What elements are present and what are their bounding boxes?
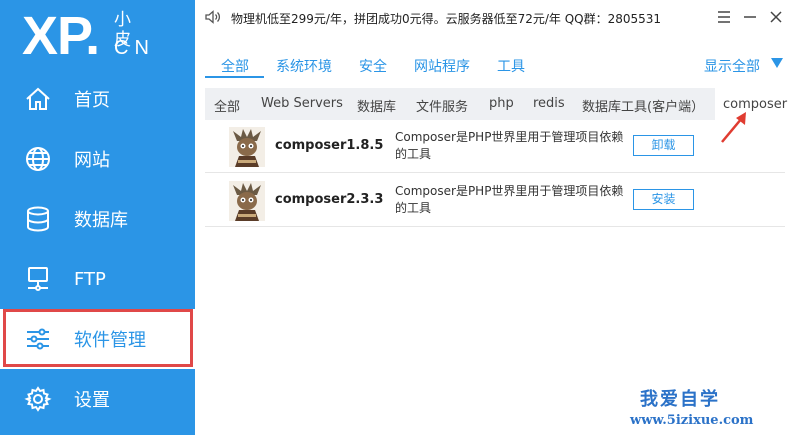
subtab-all[interactable]: 全部 — [214, 96, 240, 115]
subtab-redis[interactable]: redis — [533, 96, 565, 111]
subcategory-tabs: 全部 Web Servers 数据库 文件服务 php redis 数据库工具(… — [205, 88, 793, 120]
install-button[interactable]: 安装 — [633, 189, 694, 210]
logo-bottom-text: CN — [114, 37, 155, 59]
active-tab-underline — [205, 76, 264, 78]
sidebar-item-label: 网站 — [74, 150, 110, 171]
tab-web-programs[interactable]: 网站程序 — [414, 56, 470, 76]
globe-icon — [26, 147, 50, 171]
sidebar-item-label: 首页 — [74, 90, 110, 111]
software-name: composer2.3.3 — [275, 192, 384, 207]
sidebar-item-label: FTP — [74, 268, 106, 290]
sidebar-item-software[interactable]: 软件管理 — [0, 309, 195, 369]
watermark-url: www.5izixue.com — [630, 413, 754, 428]
composer-logo-icon — [229, 127, 265, 167]
sidebar-item-settings[interactable]: 设置 — [0, 369, 195, 429]
dropdown-arrow-icon[interactable] — [771, 58, 783, 68]
sidebar-item-ftp[interactable]: FTP — [0, 249, 195, 309]
subtab-web-servers[interactable]: Web Servers — [261, 96, 343, 111]
show-all-button[interactable]: 显示全部 — [704, 56, 760, 76]
software-description: Composer是PHP世界里用于管理项目依赖的工具 — [395, 130, 624, 161]
sidebar: XP. 小皮 CN 首页 网站 数据库 FTP 软件管理 设置 — [0, 0, 195, 435]
subtab-file-service[interactable]: 文件服务 — [416, 96, 468, 115]
tab-tools[interactable]: 工具 — [497, 56, 525, 76]
software-description: Composer是PHP世界里用于管理项目依赖的工具 — [395, 184, 624, 215]
software-row: composer1.8.5 Composer是PHP世界里用于管理项目依赖的工具… — [205, 121, 785, 173]
composer-logo-icon — [229, 181, 265, 221]
sidebar-item-home[interactable]: 首页 — [0, 69, 195, 129]
sidebar-item-label: 设置 — [74, 390, 110, 411]
sidebar-item-database[interactable]: 数据库 — [0, 189, 195, 249]
sidebar-item-website[interactable]: 网站 — [0, 129, 195, 189]
top-bar: 物理机低至299元/年，拼团成功0元得。云服务器低至72元/年 QQ群：2805… — [195, 0, 793, 34]
uninstall-button[interactable]: 卸载 — [633, 135, 694, 156]
sidebar-item-label: 数据库 — [74, 210, 128, 231]
gear-icon — [24, 386, 52, 412]
watermark-title: 我爱自学 — [640, 389, 720, 410]
sidebar-item-label: 软件管理 — [74, 330, 146, 351]
subtab-db-tools[interactable]: 数据库工具(客户端） — [582, 96, 704, 115]
tab-all[interactable]: 全部 — [221, 56, 249, 76]
close-icon[interactable] — [767, 8, 785, 26]
subtab-php[interactable]: php — [489, 96, 514, 111]
sliders-icon — [27, 328, 49, 350]
menu-icon[interactable] — [715, 8, 733, 26]
software-row: composer2.3.3 Composer是PHP世界里用于管理项目依赖的工具… — [205, 175, 785, 227]
home-icon — [26, 87, 50, 110]
minimize-icon[interactable] — [741, 8, 759, 26]
tab-security[interactable]: 安全 — [359, 56, 387, 76]
database-icon — [27, 206, 49, 232]
ftp-icon — [28, 267, 48, 291]
speaker-icon — [205, 10, 221, 24]
tab-system-env[interactable]: 系统环境 — [276, 56, 332, 76]
logo-main-text: XP. — [22, 6, 100, 66]
announcement-text[interactable]: 物理机低至299元/年，拼团成功0元得。云服务器低至72元/年 QQ群：2805… — [231, 10, 661, 27]
subtab-database[interactable]: 数据库 — [357, 96, 396, 115]
software-name: composer1.8.5 — [275, 138, 384, 153]
